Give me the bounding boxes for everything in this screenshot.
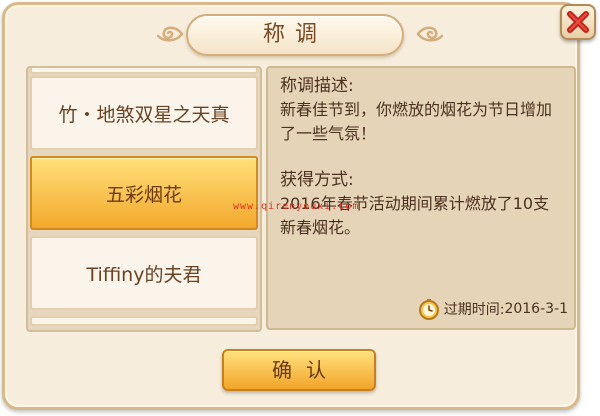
dialog-title: 称调 <box>186 14 404 56</box>
list-item-stub <box>30 68 258 74</box>
cloud-ornament-left-icon <box>156 26 184 42</box>
description-text: 新春佳节到，你燃放的烟花为节日增加了一些气氛！ <box>280 100 553 143</box>
title-list[interactable]: 竹・地煞双星之天真 五彩烟花 Tiffiny的夫君 <box>26 66 262 332</box>
obtain-text: 2016年春节活动期间累计燃放了10支新春烟花。 <box>280 194 550 237</box>
clock-icon <box>418 299 439 320</box>
list-item-label: 五彩烟花 <box>105 183 182 206</box>
list-item-title-3[interactable]: Tiffiny的夫君 <box>30 236 258 310</box>
list-item-title-2[interactable]: 五彩烟花 <box>30 156 258 230</box>
expire-label: 过期时间: <box>443 302 505 318</box>
list-item-title-1[interactable]: 竹・地煞双星之天真 <box>30 76 258 150</box>
title-detail-panel: 称调描述: 新春佳节到，你燃放的烟花为节日增加了一些气氛！ 获得方式: 2016… <box>266 66 576 330</box>
obtain-heading: 获得方式: <box>280 170 354 190</box>
watermark: www.qirenyouxi.com <box>233 201 360 212</box>
list-item-label: 竹・地煞双星之天真 <box>58 103 230 126</box>
list-item-label: Tiffiny的夫君 <box>86 263 202 286</box>
confirm-button[interactable]: 确认 <box>222 349 376 391</box>
expire-info: 过期时间: 2016-3-1 <box>418 298 568 320</box>
cloud-ornament-right-icon <box>416 26 444 42</box>
close-icon <box>567 11 589 33</box>
list-item-stub <box>30 316 258 326</box>
description-heading: 称调描述: <box>280 76 354 96</box>
expire-value: 2016-3-1 <box>504 301 568 317</box>
close-button[interactable] <box>560 4 596 40</box>
